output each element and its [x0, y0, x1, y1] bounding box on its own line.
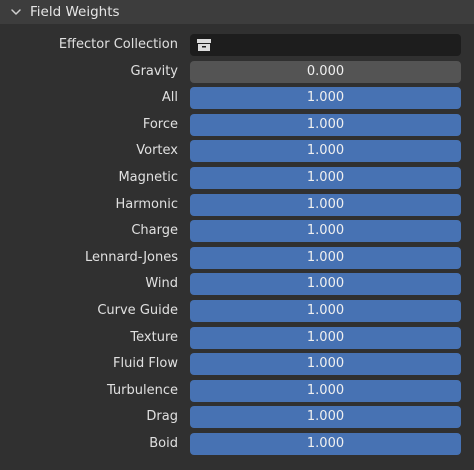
- weight-label: All: [161, 90, 178, 106]
- field-weights-panel: Field Weights Effector Collection Gravit…: [0, 0, 474, 470]
- weight-row-curve-guide: Curve Guide 1.000: [0, 299, 474, 327]
- weight-row-force: Force 1.000: [0, 113, 474, 141]
- weight-row-wind: Wind 1.000: [0, 273, 474, 300]
- weight-label: Gravity: [130, 63, 178, 79]
- weight-slider[interactable]: 1.000: [190, 193, 461, 216]
- weight-slider[interactable]: 1.000: [190, 353, 461, 376]
- weight-slider[interactable]: 1.000: [190, 113, 461, 136]
- weight-label: Force: [142, 116, 178, 132]
- weight-slider[interactable]: 1.000: [190, 87, 461, 110]
- panel-header[interactable]: Field Weights: [0, 0, 474, 24]
- effector-collection-row: Effector Collection: [0, 34, 474, 61]
- weight-row-charge: Charge 1.000: [0, 220, 474, 247]
- weight-label: Wind: [145, 276, 178, 292]
- weight-row-fluid-flow: Fluid Flow 1.000: [0, 353, 474, 380]
- weight-slider[interactable]: 1.000: [190, 406, 461, 429]
- weight-row-drag: Drag 1.000: [0, 406, 474, 433]
- weight-label: Texture: [130, 329, 178, 345]
- weight-label: Curve Guide: [97, 302, 178, 318]
- effector-collection-label: Effector Collection: [58, 37, 178, 52]
- weight-label: Drag: [146, 409, 178, 425]
- weight-row-texture: Texture 1.000: [0, 326, 474, 354]
- chevron-down-icon[interactable]: [10, 6, 22, 18]
- weight-row-gravity: Gravity 0.000: [0, 60, 474, 88]
- weight-label: Fluid Flow: [113, 356, 178, 372]
- weight-label: Charge: [131, 223, 178, 239]
- panel-title: Field Weights: [30, 4, 120, 20]
- weight-row-vortex: Vortex 1.000: [0, 140, 474, 167]
- weight-label: Vortex: [136, 143, 178, 159]
- weight-slider[interactable]: 1.000: [190, 140, 461, 163]
- weight-row-lennard-jones: Lennard-Jones 1.000: [0, 246, 474, 274]
- weight-slider[interactable]: 1.000: [190, 246, 461, 269]
- weight-row-magnetic: Magnetic 1.000: [0, 166, 474, 194]
- weight-slider[interactable]: 1.000: [190, 379, 461, 402]
- weight-slider[interactable]: 1.000: [190, 273, 461, 296]
- effector-collection-field[interactable]: [190, 34, 461, 56]
- weight-label: Lennard-Jones: [84, 249, 178, 265]
- weight-label: Harmonic: [115, 196, 178, 212]
- weight-slider[interactable]: 1.000: [190, 220, 461, 243]
- weight-slider[interactable]: 1.000: [190, 299, 461, 322]
- weight-slider[interactable]: 1.000: [190, 326, 461, 349]
- weight-label: Magnetic: [118, 169, 178, 185]
- weight-row-boid: Boid 1.000: [0, 432, 474, 460]
- weight-slider[interactable]: 1.000: [190, 166, 461, 189]
- weight-slider[interactable]: 0.000: [190, 60, 461, 83]
- weight-row-all: All 1.000: [0, 87, 474, 114]
- panel-body: Effector Collection Gravity 0.000 All 1.000…: [0, 34, 474, 460]
- weight-row-harmonic: Harmonic 1.000: [0, 193, 474, 221]
- weight-label: Turbulence: [106, 382, 178, 398]
- weight-row-turbulence: Turbulence 1.000: [0, 379, 474, 407]
- weights-list: Gravity 0.000 All 1.000 Force 1.000 Vortex 1.00…: [0, 60, 474, 460]
- collection-box-icon: [196, 38, 212, 52]
- weight-slider[interactable]: 1.000: [190, 432, 461, 455]
- weight-label: Boid: [149, 435, 178, 451]
